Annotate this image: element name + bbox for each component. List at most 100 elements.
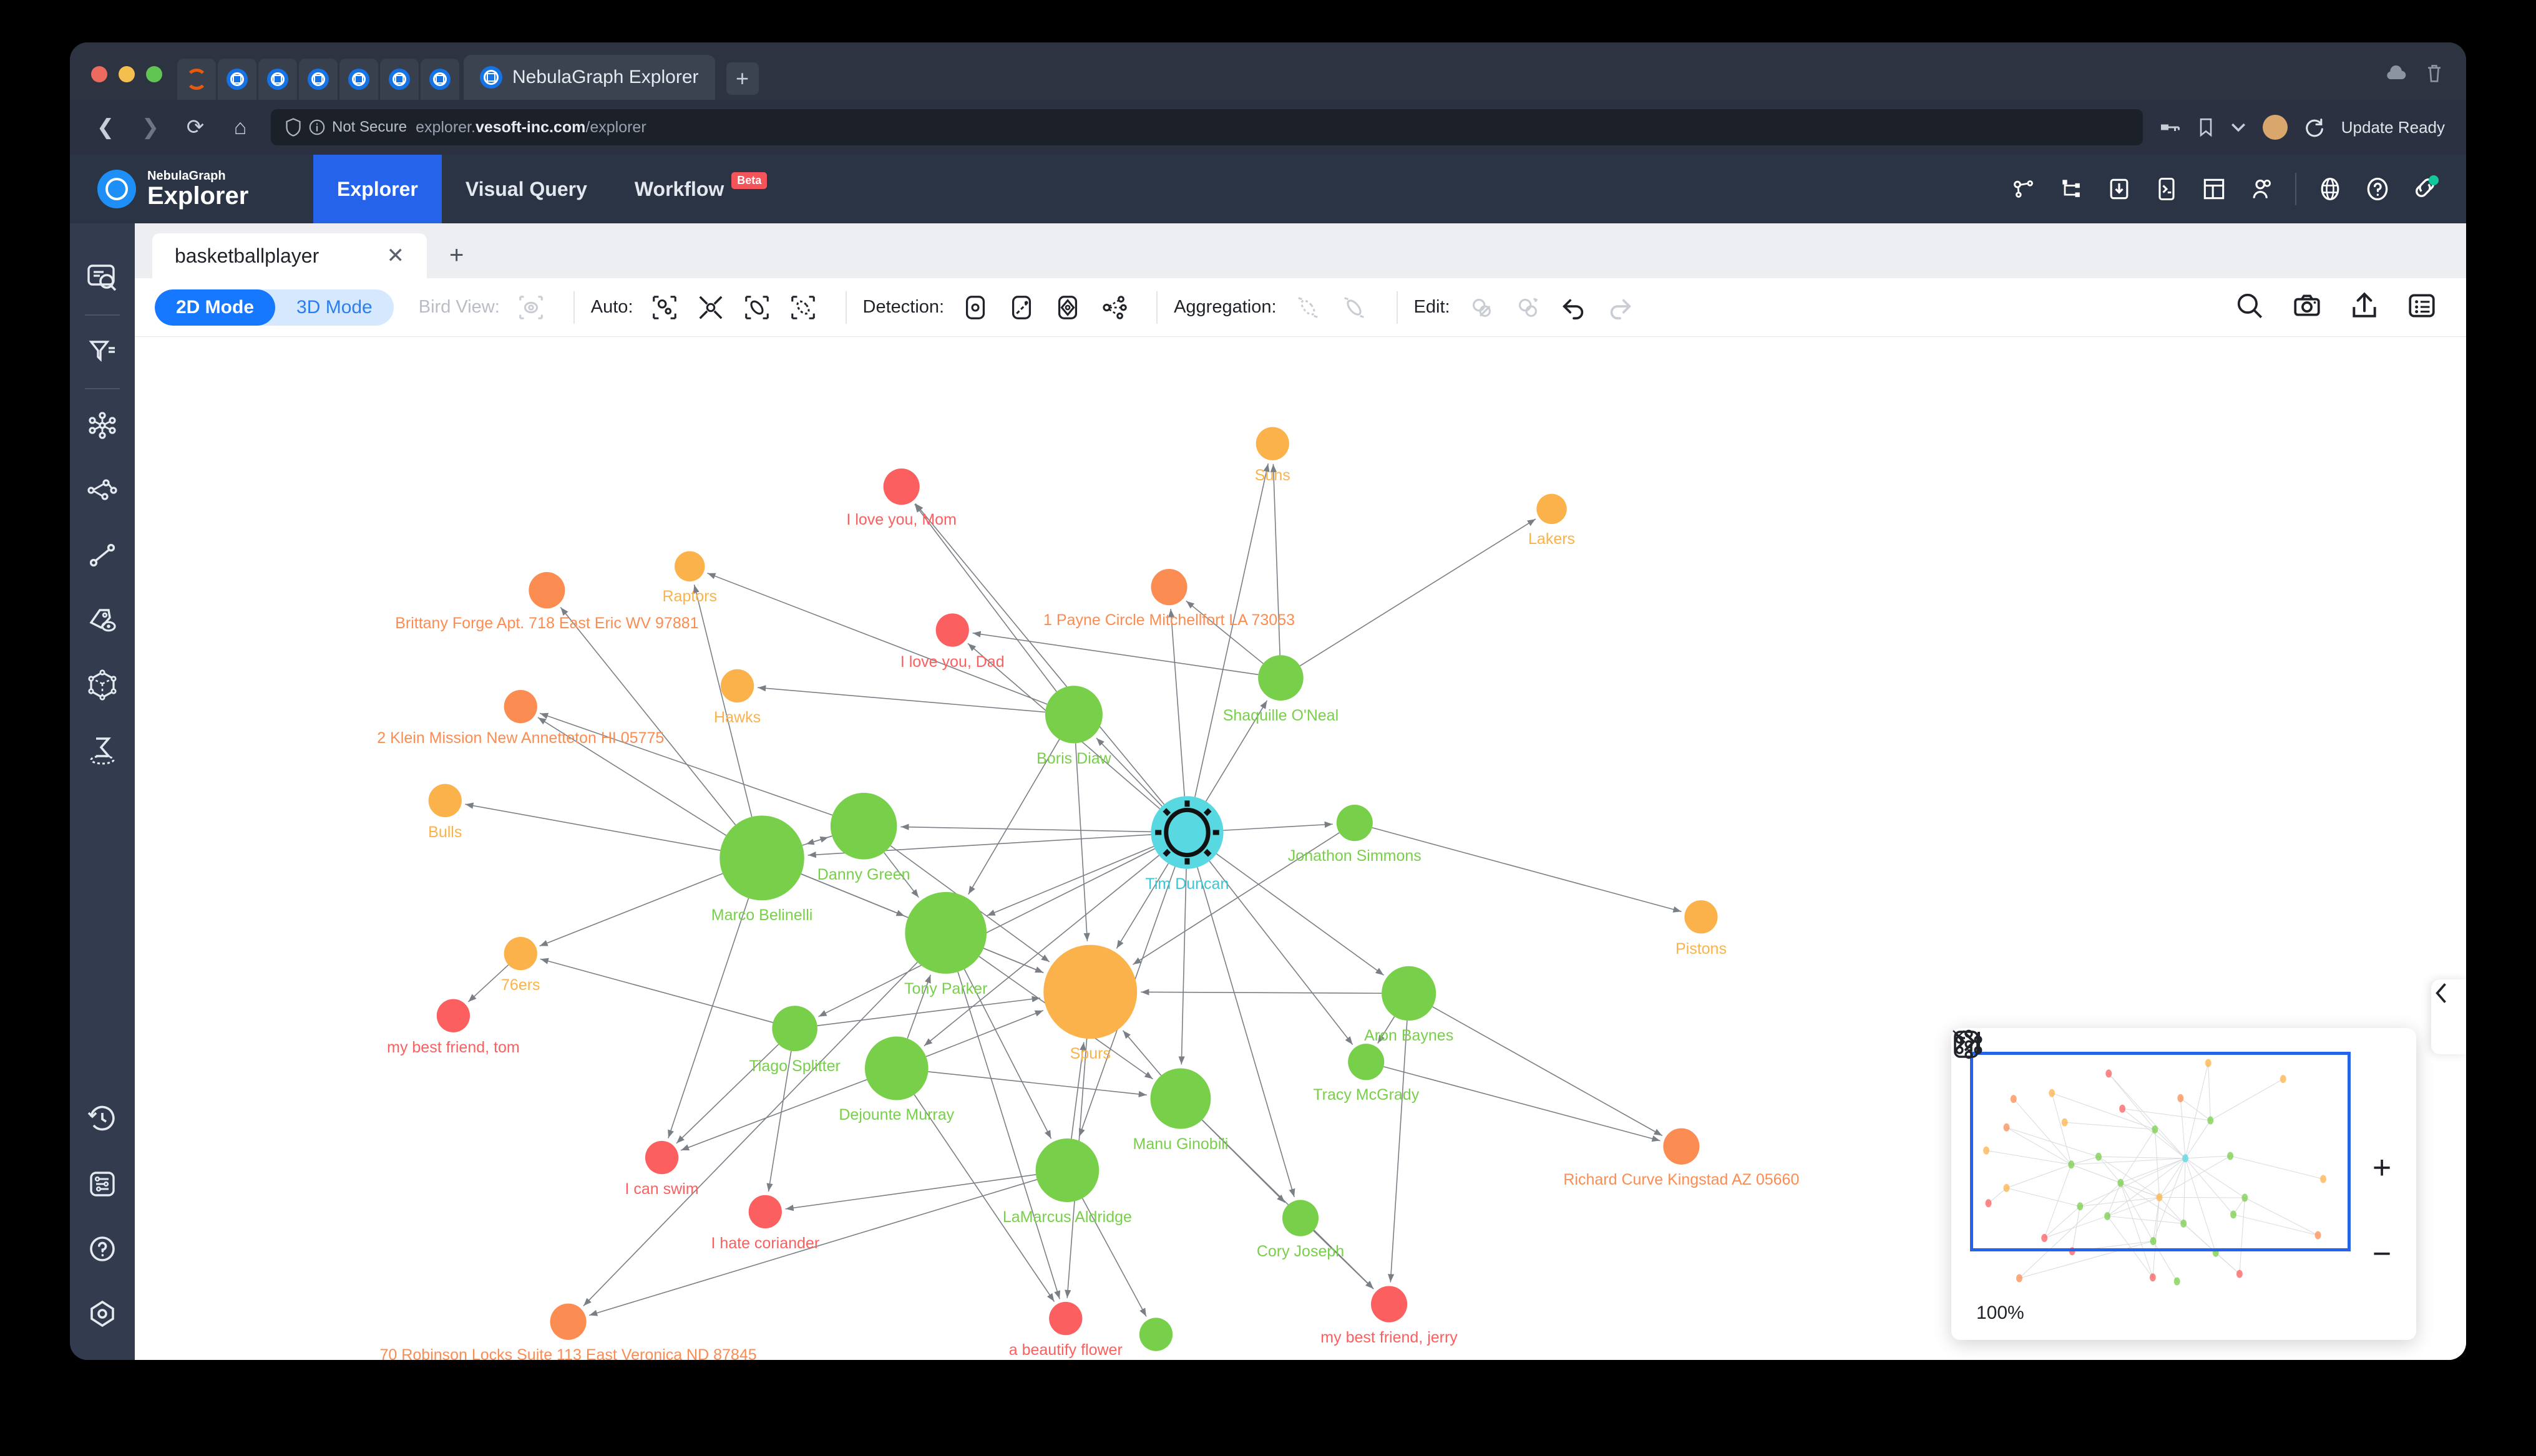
graph-node[interactable] bbox=[1663, 1128, 1700, 1165]
graph-edge[interactable] bbox=[928, 1071, 1147, 1097]
graph-node[interactable] bbox=[1258, 655, 1304, 701]
sidebar-item-help[interactable] bbox=[81, 1228, 124, 1270]
nav-explorer[interactable]: Explorer bbox=[313, 155, 442, 223]
background-tab[interactable] bbox=[299, 59, 338, 100]
sidebar-item-about[interactable] bbox=[81, 1293, 124, 1335]
background-tab[interactable] bbox=[177, 59, 216, 100]
hierarchy-icon[interactable] bbox=[2058, 175, 2085, 203]
graph-node[interactable] bbox=[1371, 1286, 1408, 1323]
graph-node[interactable] bbox=[1382, 966, 1436, 1021]
graph-node[interactable] bbox=[428, 784, 462, 818]
mode-3d-button[interactable]: 3D Mode bbox=[275, 289, 394, 326]
graph-node[interactable] bbox=[883, 468, 920, 505]
background-tab[interactable] bbox=[421, 59, 459, 100]
detect-circle-icon[interactable] bbox=[955, 288, 995, 328]
graph-edge[interactable] bbox=[1299, 518, 1536, 667]
auto-collapse-icon[interactable] bbox=[691, 288, 731, 328]
zoom-out-button[interactable]: − bbox=[2373, 1238, 2391, 1270]
graph-node[interactable] bbox=[1684, 900, 1718, 934]
sidebar-item-search-card[interactable] bbox=[81, 257, 124, 299]
graph-node[interactable] bbox=[1150, 1068, 1211, 1129]
sidebar-item-history[interactable] bbox=[81, 1098, 124, 1140]
nav-workflow[interactable]: Workflow Beta bbox=[611, 155, 791, 223]
graph-edge[interactable] bbox=[1141, 989, 1382, 996]
close-window-button[interactable] bbox=[91, 66, 107, 82]
help-circle-icon[interactable] bbox=[2364, 175, 2391, 203]
graph-edge[interactable] bbox=[668, 898, 749, 1138]
graph-node[interactable] bbox=[1348, 1044, 1385, 1080]
auto-select-nodes-icon[interactable] bbox=[645, 288, 685, 328]
mode-2d-button[interactable]: 2D Mode bbox=[155, 289, 276, 326]
key-icon[interactable] bbox=[2159, 120, 2182, 135]
graph-node[interactable] bbox=[1151, 568, 1188, 606]
graph-edge[interactable] bbox=[758, 685, 1046, 713]
cloud-icon[interactable] bbox=[2384, 64, 2409, 82]
graph-edge[interactable] bbox=[1223, 821, 1333, 831]
avatar[interactable] bbox=[2262, 115, 2288, 140]
graph-node[interactable] bbox=[1035, 1138, 1100, 1202]
graph-node[interactable] bbox=[529, 572, 565, 609]
graph-node[interactable] bbox=[772, 1006, 817, 1052]
sidebar-item-star-graph[interactable] bbox=[81, 404, 124, 447]
graph-edge[interactable] bbox=[1383, 1066, 1661, 1142]
graph-node[interactable] bbox=[720, 669, 754, 703]
collapse-panel-button[interactable] bbox=[2431, 979, 2466, 1054]
graph-node[interactable] bbox=[905, 891, 987, 974]
forward-chevron-icon[interactable]: ❯ bbox=[136, 115, 165, 140]
graph-edge[interactable] bbox=[900, 823, 1151, 833]
back-chevron-icon[interactable]: ❮ bbox=[91, 115, 120, 140]
graph-edge[interactable] bbox=[1075, 743, 1090, 941]
sidebar-item-share-graph[interactable] bbox=[81, 469, 124, 512]
active-browser-tab[interactable]: NebulaGraph Explorer bbox=[464, 55, 715, 100]
graph-edge[interactable] bbox=[987, 846, 1154, 916]
graph-node[interactable] bbox=[1049, 1301, 1083, 1336]
auto-expand-edge-icon[interactable] bbox=[737, 288, 777, 328]
graph-node[interactable] bbox=[1043, 944, 1138, 1039]
graph-edge[interactable] bbox=[583, 961, 918, 1307]
graph-edge[interactable] bbox=[560, 607, 736, 825]
detect-cluster-icon[interactable] bbox=[1094, 288, 1134, 328]
graph-edge[interactable] bbox=[540, 958, 773, 1023]
graph-node[interactable] bbox=[864, 1036, 929, 1100]
graph-edge[interactable] bbox=[1372, 827, 1682, 913]
graph-edge[interactable] bbox=[1186, 600, 1264, 664]
graph-edge[interactable] bbox=[707, 573, 1048, 705]
graph-edge[interactable] bbox=[1194, 463, 1270, 797]
graph-edge[interactable] bbox=[1388, 1021, 1408, 1283]
graph-edge[interactable] bbox=[1432, 1006, 1663, 1137]
unlink-icon[interactable] bbox=[1461, 288, 1501, 328]
reload-icon[interactable]: ⟳ bbox=[181, 115, 210, 140]
url-input[interactable]: Not Secure explorer.vesoft-inc.com/explo… bbox=[271, 109, 2143, 145]
graph-edge[interactable] bbox=[1122, 1030, 1162, 1076]
relink-icon[interactable] bbox=[1508, 288, 1548, 328]
graph-edge[interactable] bbox=[539, 712, 833, 816]
graph-edge[interactable] bbox=[465, 802, 721, 852]
connection-status[interactable] bbox=[2411, 174, 2439, 205]
sidebar-item-edge-line[interactable] bbox=[81, 534, 124, 576]
graph-node[interactable] bbox=[504, 689, 537, 724]
sidebar-item-cube-graph[interactable] bbox=[81, 664, 124, 706]
graph-edge[interactable] bbox=[817, 996, 1040, 1026]
sidebar-item-settings[interactable] bbox=[81, 1163, 124, 1205]
graph-tab-basketballplayer[interactable]: basketballplayer ✕ bbox=[152, 233, 427, 278]
graph-node[interactable] bbox=[1336, 805, 1373, 842]
graph-edge[interactable] bbox=[1216, 853, 1385, 976]
not-secure-indicator[interactable]: Not Secure bbox=[285, 118, 407, 137]
graph-edge[interactable] bbox=[1178, 868, 1187, 1065]
graph-edge[interactable] bbox=[1209, 860, 1353, 1046]
sidebar-item-filter[interactable] bbox=[81, 331, 124, 373]
auto-edge-dashed-icon[interactable] bbox=[783, 288, 823, 328]
export-icon[interactable] bbox=[2349, 290, 2380, 324]
chevron-down-icon[interactable] bbox=[2230, 122, 2246, 133]
graph-edge[interactable] bbox=[972, 631, 1259, 676]
graph-node[interactable] bbox=[1282, 1200, 1319, 1236]
new-tab-button[interactable]: + bbox=[726, 62, 759, 95]
graph-edge[interactable] bbox=[1096, 737, 1163, 807]
graph-node[interactable] bbox=[1151, 796, 1224, 869]
background-tab[interactable] bbox=[258, 59, 297, 100]
graph-node[interactable] bbox=[675, 551, 705, 582]
bookmark-icon[interactable] bbox=[2198, 117, 2214, 137]
graph-node[interactable] bbox=[504, 936, 537, 971]
maximize-window-button[interactable] bbox=[146, 66, 162, 82]
add-graph-tab-button[interactable]: + bbox=[427, 241, 486, 278]
